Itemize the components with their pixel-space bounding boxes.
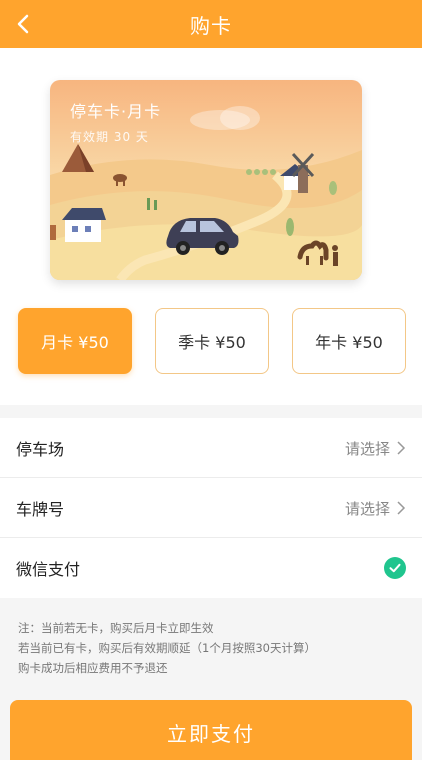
wechat-pay-label: 微信支付	[16, 560, 81, 579]
form-list: 停车场 请选择 车牌号 请选择 微信支付	[0, 418, 422, 598]
note-line: 购卡成功后相应费用不予退还	[18, 661, 168, 675]
option-monthly-card[interactable]: 月卡 ¥50	[18, 308, 132, 374]
pay-now-button[interactable]: 立即支付	[10, 700, 412, 760]
card-validity: 有效期 30 天	[70, 130, 149, 144]
chevron-right-icon	[397, 441, 406, 455]
option-yearly-card[interactable]: 年卡 ¥50	[292, 308, 406, 374]
check-circle-icon[interactable]	[384, 557, 406, 579]
wechat-pay-row[interactable]: 微信支付	[0, 538, 422, 598]
plate-number-label: 车牌号	[16, 499, 65, 519]
card-title: 停车卡·月卡	[70, 102, 162, 121]
back-arrow-icon[interactable]	[10, 10, 38, 38]
note-line: 注：当前若无卡，购买后月卡立即生效	[18, 621, 214, 635]
header-bar: 购卡	[0, 0, 422, 48]
parking-lot-row[interactable]: 停车场 请选择	[0, 418, 422, 478]
parking-lot-value: 请选择	[344, 439, 390, 458]
page-title: 购卡	[190, 13, 232, 38]
plate-number-row[interactable]: 车牌号 请选择	[0, 478, 422, 538]
parking-card-illustration: 停车卡·月卡 有效期 30 天	[50, 80, 362, 280]
option-quarterly-card[interactable]: 季卡 ¥50	[155, 308, 269, 374]
plate-number-value: 请选择	[344, 499, 390, 518]
purchase-notes: 注：当前若无卡，购买后月卡立即生效 若当前已有卡，购买后有效期顺延（1个月按照3…	[18, 618, 408, 678]
chevron-right-icon	[397, 501, 406, 515]
parking-lot-label: 停车场	[16, 439, 65, 459]
note-line: 若当前已有卡，购买后有效期顺延（1个月按照30天计算）	[18, 641, 316, 655]
